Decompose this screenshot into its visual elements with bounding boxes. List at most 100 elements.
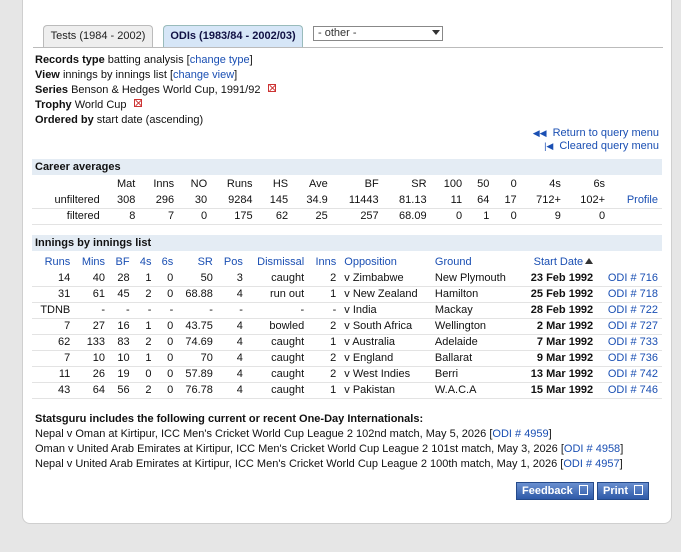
- series-row: Series Benson & Hedges World Cup, 1991/9…: [35, 83, 276, 98]
- innings-col-header-label: SR: [197, 256, 213, 268]
- innings-col-header[interactable]: Mins: [74, 254, 109, 270]
- career-cell: 34.9: [292, 192, 332, 209]
- return-to-query-menu-link[interactable]: Return to query menu: [553, 127, 659, 139]
- innings-col-header: [597, 254, 662, 270]
- innings-cell: 61: [74, 286, 110, 303]
- innings-cell: -: [216, 302, 247, 319]
- profile-link[interactable]: Profile: [609, 192, 662, 209]
- recent-odi-item: Oman v United Arab Emirates at Kirtipur,…: [35, 443, 624, 455]
- innings-col-header[interactable]: 4s: [134, 254, 156, 270]
- innings-col-header[interactable]: 6s: [155, 254, 177, 270]
- innings-cell: 4: [216, 350, 247, 367]
- odi-match-link[interactable]: ODI # 718: [597, 286, 662, 303]
- query-menu-links: ◀◀ Return to query menu |◀ Cleared query m…: [533, 127, 659, 153]
- innings-col-header-label: Pos: [223, 256, 243, 268]
- recent-odi-link[interactable]: ODI # 4959: [492, 428, 548, 440]
- innings-cell: 4: [216, 334, 247, 351]
- odi-match-link[interactable]: ODI # 727: [597, 318, 662, 335]
- innings-cell: 2: [308, 318, 341, 335]
- odi-match-link[interactable]: ODI # 733: [597, 334, 662, 351]
- innings-col-header[interactable]: Start Date: [519, 254, 597, 270]
- innings-col-header[interactable]: BF: [109, 254, 134, 270]
- innings-col-header[interactable]: Runs: [32, 254, 74, 270]
- innings-cell: 16: [109, 318, 134, 335]
- recent-odi-link[interactable]: ODI # 4958: [564, 443, 620, 455]
- innings-cell: 15 Mar 1992: [518, 382, 598, 399]
- odi-match-link[interactable]: ODI # 742: [597, 366, 662, 383]
- innings-col-header-label: 6s: [161, 256, 174, 268]
- career-cell: 0: [178, 208, 212, 225]
- innings-col-header-label: BF: [115, 256, 130, 268]
- recent-odis-heading: Statsguru includes the following current…: [35, 413, 424, 425]
- innings-cell: caught: [246, 366, 309, 383]
- innings-cell: 76.78: [177, 382, 217, 399]
- innings-cell: run out: [246, 286, 309, 303]
- innings-cell: 23 Feb 1992: [518, 270, 598, 287]
- odi-match-link[interactable]: ODI # 736: [597, 350, 662, 367]
- innings-cell: v Zimbabwe: [340, 270, 431, 287]
- innings-cell: -: [308, 302, 341, 319]
- innings-cell: caught: [246, 334, 309, 351]
- innings-cell: 64: [74, 382, 110, 399]
- innings-cell: 4: [216, 366, 247, 383]
- innings-col-header[interactable]: SR: [177, 254, 217, 270]
- tab-tests[interactable]: Tests (1984 - 2002): [43, 25, 153, 47]
- back-icon: |◀: [544, 141, 554, 151]
- career-col-header: Inns: [153, 178, 175, 190]
- career-col-header: [609, 176, 662, 192]
- series-value: Benson & Hedges World Cup, 1991/92: [71, 84, 261, 96]
- innings-cell: 68.88: [177, 286, 217, 303]
- table-row: 62 133 83 2 0 74.69 4 caught 1 v Australia Adelaid…: [32, 334, 662, 351]
- innings-cell: 43: [32, 382, 75, 399]
- other-select[interactable]: - other -: [313, 26, 443, 41]
- odi-match-link[interactable]: ODI # 716: [597, 270, 662, 287]
- recent-odi-text: Oman v United Arab Emirates at Kirtipur,…: [35, 443, 558, 455]
- career-cell: 68.09: [382, 208, 431, 225]
- innings-cell: 28 Feb 1992: [518, 302, 598, 319]
- innings-cell: v Australia: [340, 334, 431, 351]
- change-view-link[interactable]: change view: [173, 69, 234, 81]
- career-cell: 8: [103, 208, 140, 225]
- chevron-down-icon: [432, 30, 440, 35]
- remove-series-icon[interactable]: [267, 84, 276, 92]
- table-row: 14 40 28 1 0 50 3 caught 2 v Zimbabwe New Plymouth…: [32, 270, 662, 287]
- innings-cell: v New Zealand: [340, 286, 431, 303]
- innings-col-header[interactable]: Ground: [431, 254, 519, 270]
- table-row: 31 61 45 2 0 68.88 4 run out 1 v New Zealand Hamil…: [32, 286, 662, 303]
- print-button[interactable]: Print: [597, 482, 649, 500]
- innings-cell: 26: [74, 366, 110, 383]
- innings-col-header[interactable]: Pos: [217, 254, 247, 270]
- innings-cell: 133: [74, 334, 110, 351]
- innings-cell: 10: [109, 350, 134, 367]
- career-cell: 9284: [211, 192, 257, 209]
- change-type-link[interactable]: change type: [190, 54, 250, 66]
- rewind-icon: ◀◀: [532, 128, 547, 138]
- innings-cell: 4: [216, 318, 247, 335]
- innings-col-header[interactable]: Dismissal: [247, 254, 308, 270]
- innings-cell: W.A.C.A: [430, 382, 519, 399]
- innings-col-header-label: Ground: [434, 256, 472, 268]
- career-cell: 81.13: [382, 192, 431, 209]
- innings-col-header-label: Inns: [315, 256, 337, 268]
- tab-odis[interactable]: ODIs (1983/84 - 2002/03): [163, 25, 303, 47]
- remove-trophy-icon[interactable]: [133, 99, 142, 107]
- innings-table: Runs Mins BF 4s 6s SR Pos Dismissal Inns Oppositi…: [32, 254, 662, 399]
- innings-col-header[interactable]: Inns: [308, 254, 340, 270]
- career-col-header: Runs: [226, 178, 253, 190]
- innings-cell: Hamilton: [430, 286, 519, 303]
- career-cell: 308: [103, 192, 140, 209]
- feedback-label: Feedback: [522, 485, 573, 497]
- career-cell: 257: [331, 208, 383, 225]
- odi-match-link[interactable]: ODI # 746: [597, 382, 662, 399]
- cleared-query-menu-link[interactable]: Cleared query menu: [559, 140, 659, 152]
- odi-match-link[interactable]: ODI # 722: [597, 302, 662, 319]
- career-cell: 0: [493, 208, 521, 225]
- career-cell: [609, 208, 662, 225]
- innings-cell: 43.75: [177, 318, 217, 335]
- recent-odi-link[interactable]: ODI # 4957: [563, 458, 619, 470]
- innings-col-header[interactable]: Opposition: [340, 254, 431, 270]
- innings-cell: -: [74, 302, 110, 319]
- career-cell: filtered: [32, 208, 104, 225]
- innings-cell: 2: [133, 382, 156, 399]
- feedback-button[interactable]: Feedback: [516, 482, 594, 500]
